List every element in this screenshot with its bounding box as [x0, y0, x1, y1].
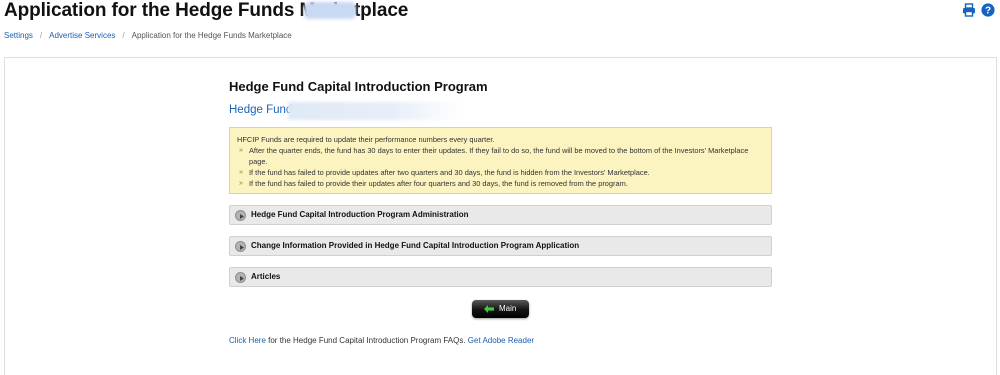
footer-sentence: for the Hedge Fund Capital Introduction …: [265, 336, 468, 345]
fund-name-redacted: [288, 102, 464, 120]
breadcrumb-advertise-services[interactable]: Advertise Services: [49, 31, 115, 40]
redacted-badge: [304, 2, 356, 19]
adobe-reader-link[interactable]: Get Adobe Reader: [468, 336, 534, 345]
notice-intro: HFCIP Funds are required to update their…: [237, 135, 495, 144]
breadcrumb-settings[interactable]: Settings: [4, 31, 33, 40]
svg-text:?: ?: [985, 6, 991, 17]
back-arrow-icon: [484, 305, 494, 313]
double-arrow-icon: »: [239, 169, 243, 176]
notice-item-text: If the fund has failed to provide their …: [249, 179, 628, 188]
accordion-label: Change Information Provided in Hedge Fun…: [251, 241, 580, 250]
main-button-label: Main: [499, 304, 517, 313]
notice-box: HFCIP Funds are required to update their…: [229, 127, 772, 194]
footer-text: Click Here for the Hedge Fund Capital In…: [229, 336, 534, 345]
expand-arrow-icon: [235, 241, 246, 252]
notice-item-text: If the fund has failed to provide update…: [249, 168, 650, 177]
notice-item-text: After the quarter ends, the fund has 30 …: [249, 146, 749, 166]
faq-link[interactable]: Click Here: [229, 336, 266, 345]
accordion-label: Hedge Fund Capital Introduction Program …: [251, 210, 469, 219]
breadcrumb-separator: /: [122, 31, 125, 40]
help-icon[interactable]: ?: [981, 3, 995, 17]
accordion-articles[interactable]: Articles: [229, 267, 772, 287]
accordion-program-administration[interactable]: Hedge Fund Capital Introduction Program …: [229, 205, 772, 225]
expand-arrow-icon: [235, 272, 246, 283]
breadcrumb-separator: /: [39, 31, 43, 40]
main-button[interactable]: Main: [472, 300, 529, 318]
section-title: Hedge Fund Capital Introduction Program: [229, 79, 488, 94]
accordion-change-information[interactable]: Change Information Provided in Hedge Fun…: [229, 236, 772, 256]
fund-label: Hedge Fund:: [229, 104, 296, 116]
expand-arrow-icon: [235, 210, 246, 221]
notice-item: » If the fund has failed to provide updat…: [237, 167, 763, 178]
breadcrumb: Settings / Advertise Services / Application …: [4, 31, 292, 40]
notice-item: » If the fund has failed to provide their…: [237, 178, 763, 189]
double-arrow-icon: »: [239, 147, 243, 154]
page-header: Application for the Hedge Funds Marketpl…: [0, 0, 1000, 24]
accordion-label: Articles: [251, 272, 281, 281]
double-arrow-icon: »: [239, 180, 243, 187]
breadcrumb-current: Application for the Hedge Funds Marketpl…: [131, 31, 292, 40]
notice-item: » After the quarter ends, the fund has 30…: [237, 145, 763, 167]
print-icon[interactable]: [962, 3, 976, 17]
